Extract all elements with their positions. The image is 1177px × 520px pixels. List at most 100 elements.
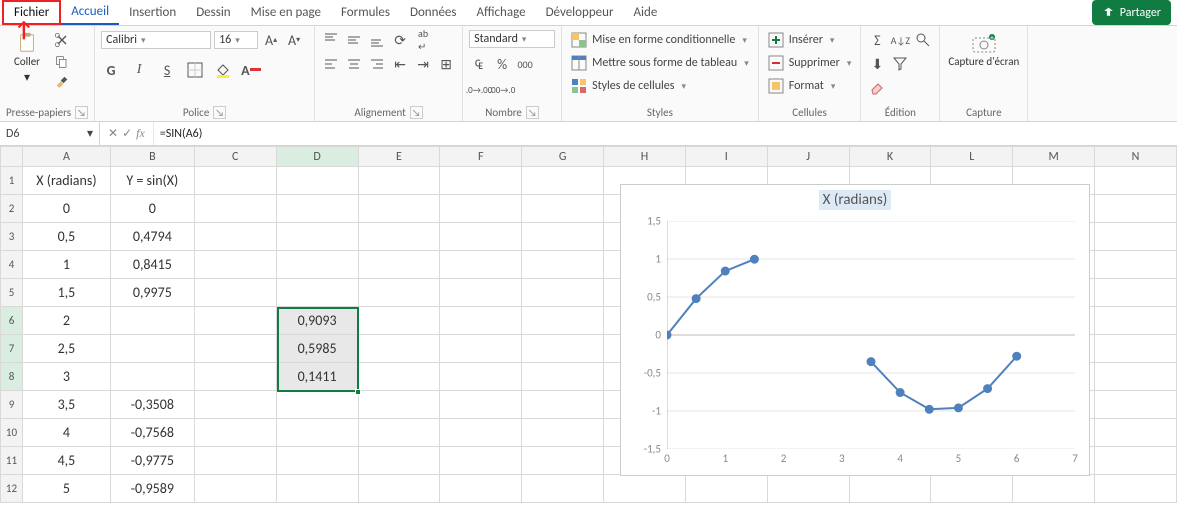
cell[interactable] bbox=[194, 419, 276, 447]
cut-button[interactable] bbox=[52, 30, 72, 50]
accept-formula-icon[interactable]: ✓ bbox=[122, 126, 132, 141]
cell[interactable] bbox=[1095, 391, 1177, 419]
cell[interactable] bbox=[522, 251, 604, 279]
cell[interactable] bbox=[276, 391, 358, 419]
cell[interactable] bbox=[522, 447, 604, 475]
dialog-launcher-icon[interactable]: ↘ bbox=[526, 106, 539, 119]
cell[interactable]: 0,8415 bbox=[110, 251, 194, 279]
cell[interactable]: X (radians) bbox=[22, 167, 110, 195]
cell[interactable] bbox=[110, 307, 194, 335]
cell[interactable] bbox=[1095, 223, 1177, 251]
cell[interactable] bbox=[358, 419, 440, 447]
percent-button[interactable]: % bbox=[492, 54, 512, 74]
col-header-E[interactable]: E bbox=[358, 147, 440, 167]
borders-button[interactable] bbox=[185, 60, 205, 80]
cell[interactable] bbox=[276, 279, 358, 307]
cell[interactable]: -0,9775 bbox=[110, 447, 194, 475]
col-header-L[interactable]: L bbox=[931, 147, 1013, 167]
select-all-corner[interactable] bbox=[1, 147, 23, 167]
tab-draw[interactable]: Dessin bbox=[186, 0, 240, 25]
orientation-button[interactable]: ⟳ bbox=[390, 30, 410, 50]
cell[interactable] bbox=[440, 307, 522, 335]
formula-input[interactable]: =SIN(A6) bbox=[154, 122, 1177, 145]
insert-cells-button[interactable]: Insérer▾ bbox=[765, 30, 838, 50]
cell[interactable]: 2 bbox=[22, 307, 110, 335]
tab-insert[interactable]: Insertion bbox=[119, 0, 186, 25]
row-header[interactable]: 7 bbox=[1, 335, 23, 363]
cell[interactable]: 4,5 bbox=[22, 447, 110, 475]
cell[interactable] bbox=[358, 475, 440, 503]
cell[interactable] bbox=[440, 335, 522, 363]
increase-font-button[interactable]: A▴ bbox=[261, 30, 281, 50]
screenshot-button[interactable]: + Capture d'écran bbox=[946, 30, 1021, 70]
cell[interactable] bbox=[1095, 167, 1177, 195]
cell[interactable] bbox=[358, 167, 440, 195]
cell[interactable] bbox=[276, 195, 358, 223]
cell[interactable] bbox=[194, 251, 276, 279]
align-top-button[interactable] bbox=[321, 30, 341, 50]
cell[interactable]: 0,4794 bbox=[110, 223, 194, 251]
cell[interactable]: -0,9589 bbox=[110, 475, 194, 503]
cell[interactable] bbox=[358, 307, 440, 335]
dialog-launcher-icon[interactable]: ↘ bbox=[75, 106, 88, 119]
fill-color-button[interactable] bbox=[213, 60, 233, 80]
delete-cells-button[interactable]: Supprimer▾ bbox=[765, 53, 855, 73]
cell[interactable] bbox=[522, 335, 604, 363]
underline-button[interactable]: S bbox=[157, 60, 177, 80]
cell[interactable] bbox=[110, 335, 194, 363]
cell[interactable] bbox=[194, 447, 276, 475]
cell[interactable] bbox=[440, 279, 522, 307]
cell[interactable] bbox=[440, 167, 522, 195]
col-header-C[interactable]: C bbox=[194, 147, 276, 167]
col-header-N[interactable]: N bbox=[1095, 147, 1177, 167]
cell[interactable] bbox=[194, 335, 276, 363]
format-painter-button[interactable] bbox=[52, 74, 72, 94]
italic-button[interactable]: I bbox=[129, 60, 149, 80]
cell[interactable] bbox=[194, 307, 276, 335]
cell[interactable] bbox=[440, 419, 522, 447]
cell[interactable] bbox=[358, 363, 440, 391]
wrap-text-button[interactable]: ab↵ bbox=[413, 30, 433, 50]
cell[interactable] bbox=[1095, 447, 1177, 475]
decrease-font-button[interactable]: A▾ bbox=[284, 30, 304, 50]
cell[interactable]: Y = sin(X) bbox=[110, 167, 194, 195]
cell[interactable] bbox=[358, 223, 440, 251]
cell[interactable] bbox=[194, 391, 276, 419]
cell[interactable] bbox=[440, 363, 522, 391]
cell[interactable]: 1,5 bbox=[22, 279, 110, 307]
tab-data[interactable]: Données bbox=[400, 0, 467, 25]
cell[interactable] bbox=[194, 363, 276, 391]
merge-button[interactable]: ⊞ bbox=[436, 54, 456, 74]
tab-home[interactable]: Accueil bbox=[61, 0, 119, 25]
row-header[interactable]: 3 bbox=[1, 223, 23, 251]
tab-layout[interactable]: Mise en page bbox=[241, 0, 331, 25]
cell[interactable] bbox=[767, 475, 849, 503]
row-header[interactable]: 8 bbox=[1, 363, 23, 391]
cell[interactable] bbox=[358, 251, 440, 279]
cell[interactable] bbox=[1095, 307, 1177, 335]
cell[interactable] bbox=[1095, 475, 1177, 503]
cell[interactable] bbox=[522, 279, 604, 307]
col-header-G[interactable]: G bbox=[522, 147, 604, 167]
worksheet-grid[interactable]: ABCDEFGHIJKLMN 1X (radians)Y = sin(X)200… bbox=[0, 146, 1177, 520]
cell[interactable] bbox=[440, 391, 522, 419]
clear-button[interactable] bbox=[867, 78, 887, 98]
cell[interactable] bbox=[440, 251, 522, 279]
cell-styles-button[interactable]: Styles de cellules▾ bbox=[568, 76, 689, 96]
cell[interactable] bbox=[931, 475, 1013, 503]
tab-view[interactable]: Affichage bbox=[467, 0, 536, 25]
cell[interactable] bbox=[358, 335, 440, 363]
increase-indent-button[interactable]: ⇥ bbox=[413, 54, 433, 74]
cell[interactable] bbox=[194, 475, 276, 503]
cell[interactable] bbox=[276, 167, 358, 195]
cell[interactable] bbox=[276, 447, 358, 475]
col-header-D[interactable]: D bbox=[276, 147, 358, 167]
cell[interactable] bbox=[358, 279, 440, 307]
row-header[interactable]: 12 bbox=[1, 475, 23, 503]
cell[interactable]: 3 bbox=[22, 363, 110, 391]
decrease-indent-button[interactable]: ⇤ bbox=[390, 54, 410, 74]
row-header[interactable]: 9 bbox=[1, 391, 23, 419]
row-header[interactable]: 11 bbox=[1, 447, 23, 475]
cell[interactable]: 0,1411 bbox=[276, 363, 358, 391]
cell[interactable]: 0,9975 bbox=[110, 279, 194, 307]
